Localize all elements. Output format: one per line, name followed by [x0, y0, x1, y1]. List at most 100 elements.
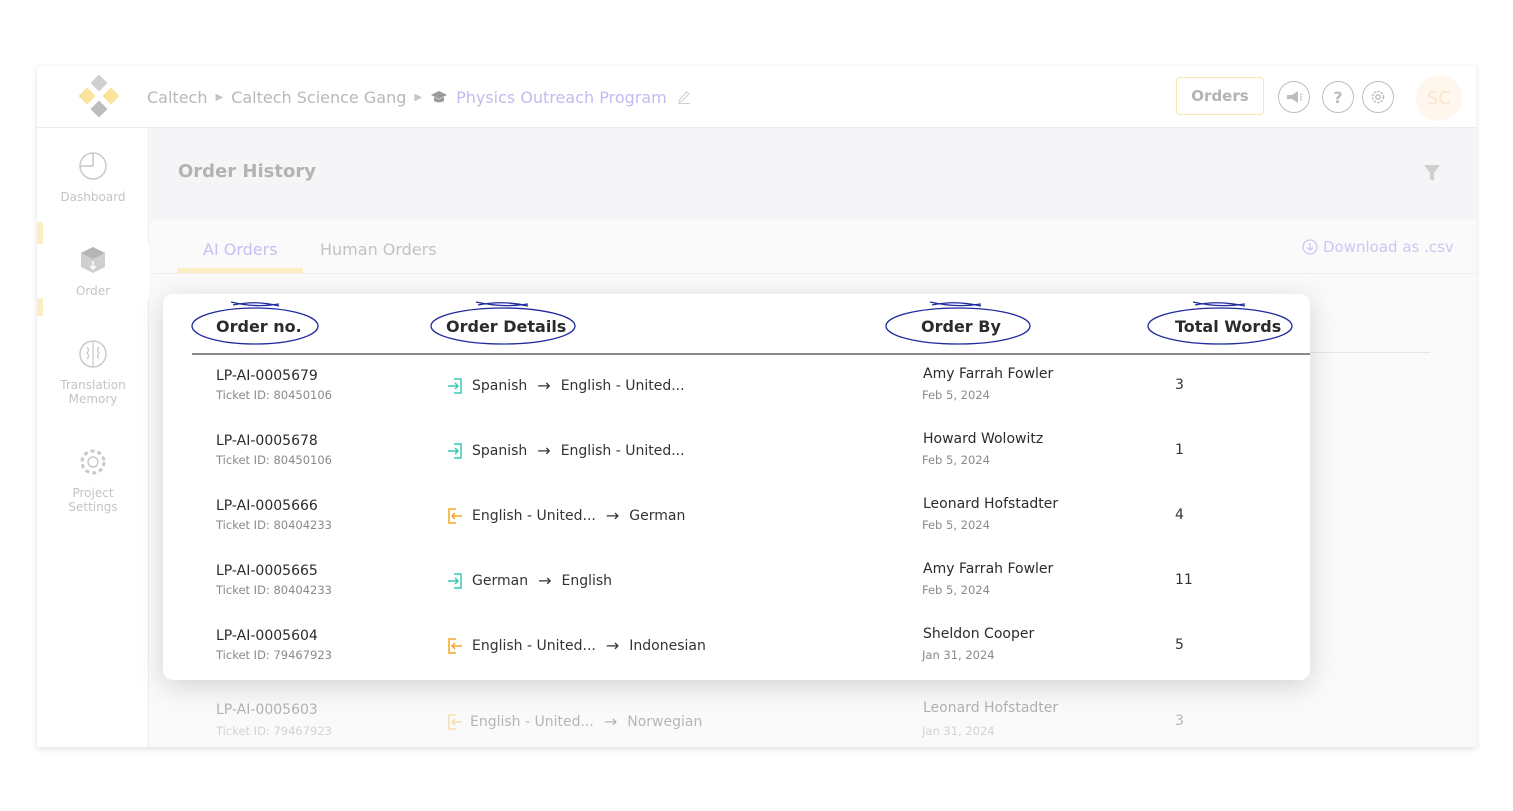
arrow-right-icon: →: [605, 506, 620, 525]
target-language: English: [561, 572, 613, 589]
history-header: Order History: [150, 128, 1476, 220]
outgoing-icon: [448, 637, 462, 654]
ordered-by: Leonard Hofstadter: [923, 700, 1059, 716]
gear-icon: [80, 449, 106, 475]
total-words: 3: [1175, 713, 1184, 729]
ticket-id: Ticket ID: 80450106: [216, 453, 332, 467]
target-language: Indonesian: [629, 637, 706, 654]
ordered-by: Sheldon Cooper: [923, 626, 1035, 642]
filter-icon[interactable]: [1423, 163, 1441, 183]
incoming-icon: [448, 442, 462, 459]
column-header-total-words[interactable]: Total Words: [1175, 317, 1281, 336]
ordered-by: Howard Wolowitz: [923, 431, 1044, 447]
chevron-right-icon: ▶: [215, 91, 224, 103]
table-row[interactable]: LP-AI-0005678 Ticket ID: 80450106 Spanis…: [163, 419, 1310, 484]
order-date: Feb 5, 2024: [922, 583, 990, 597]
source-language: Spanish: [472, 377, 528, 394]
sidebar-item-label: Project Settings: [68, 486, 118, 514]
active-tab-underline: [177, 268, 303, 273]
total-words: 5: [1175, 637, 1184, 653]
target-language: English - United...: [560, 377, 685, 394]
breadcrumb-team[interactable]: Caltech Science Gang: [231, 88, 406, 107]
arrow-right-icon: →: [537, 441, 551, 460]
table-header: Order no. Order Details Order By Total W…: [163, 294, 1310, 354]
order-date: Jan 31, 2024: [922, 724, 995, 738]
download-icon: [1302, 239, 1318, 255]
order-number[interactable]: LP-AI-0005666: [216, 498, 318, 514]
order-details: English - United... → Indonesian: [446, 636, 706, 655]
source-language: Spanish: [472, 442, 528, 459]
graduation-cap-icon: [431, 91, 448, 103]
order-details: Spanish → English - United...: [446, 441, 685, 460]
sidebar-item-label: Translation Memory: [60, 378, 126, 406]
order-details: Spanish → English - United...: [446, 376, 685, 395]
order-number[interactable]: LP-AI-0005679: [216, 368, 318, 384]
help-icon[interactable]: ?: [1322, 81, 1354, 113]
source-language: English - United...: [470, 713, 594, 730]
total-words: 3: [1175, 377, 1184, 393]
top-bar: Caltech ▶ Caltech Science Gang ▶ Physics…: [37, 66, 1476, 128]
total-words: 11: [1175, 572, 1193, 588]
order-number[interactable]: LP-AI-0005603: [216, 702, 318, 718]
ordered-by: Amy Farrah Fowler: [923, 366, 1054, 382]
table-row[interactable]: LP-AI-0005604 Ticket ID: 79467923 Englis…: [163, 614, 1310, 679]
arrow-right-icon: →: [537, 376, 551, 395]
pencil-icon[interactable]: [677, 90, 691, 104]
breadcrumb-project[interactable]: Physics Outreach Program: [456, 88, 667, 107]
sidebar-item-order[interactable]: Order: [37, 244, 149, 298]
box-icon: [81, 247, 105, 273]
arrow-right-icon: →: [603, 712, 618, 731]
order-date: Jan 31, 2024: [922, 648, 995, 662]
order-date: Feb 5, 2024: [922, 388, 990, 402]
order-number[interactable]: LP-AI-0005604: [216, 628, 318, 644]
table-row[interactable]: LP-AI-0005665 Ticket ID: 80404233 German…: [163, 549, 1310, 614]
sidebar-item-label: Order: [75, 284, 111, 298]
page-title: Order History: [178, 161, 316, 182]
sidebar-item-label: Dashboard: [60, 190, 126, 204]
outgoing-icon: [448, 507, 462, 524]
column-header-order-details[interactable]: Order Details: [446, 317, 566, 336]
order-number[interactable]: LP-AI-0005665: [216, 563, 318, 579]
arrow-right-icon: →: [538, 571, 552, 590]
settings-gear-icon[interactable]: [1362, 81, 1394, 113]
total-words: 1: [1175, 442, 1184, 458]
arrow-right-icon: →: [605, 636, 620, 655]
target-language: Norwegian: [627, 713, 703, 730]
download-csv-link[interactable]: Download as .csv: [1302, 238, 1454, 256]
tab-human-orders[interactable]: Human Orders: [320, 240, 437, 259]
sidebar-item-dashboard[interactable]: Dashboard: [37, 150, 149, 204]
brain-icon: [79, 340, 107, 368]
order-date: Feb 5, 2024: [922, 453, 990, 467]
table-row[interactable]: LP-AI-0005679 Ticket ID: 80450106 Spanis…: [163, 354, 1310, 419]
tabs-row: AI Orders Human Orders Download as .csv: [150, 220, 1476, 274]
download-label: Download as .csv: [1323, 238, 1454, 256]
outgoing-icon: [448, 713, 462, 730]
target-language: German: [629, 507, 686, 524]
ordered-by: Leonard Hofstadter: [923, 496, 1059, 512]
orders-button[interactable]: Orders: [1176, 77, 1264, 115]
ordered-by: Amy Farrah Fowler: [923, 561, 1054, 577]
breadcrumb-org[interactable]: Caltech: [147, 88, 207, 107]
order-details: English - United... → German: [446, 506, 685, 525]
order-details: English - United... → Norwegian: [446, 712, 702, 731]
ticket-id: Ticket ID: 80404233: [216, 518, 332, 532]
order-table-card: Order no. Order Details Order By Total W…: [163, 294, 1310, 680]
column-header-order-by[interactable]: Order By: [921, 317, 1001, 336]
ticket-id: Ticket ID: 80404233: [216, 583, 332, 597]
avatar[interactable]: SC: [1416, 75, 1462, 121]
tab-ai-orders[interactable]: AI Orders: [203, 240, 278, 259]
sidebar-item-translation-memory[interactable]: Translation Memory: [37, 338, 149, 406]
ticket-id: Ticket ID: 79467923: [216, 648, 332, 662]
column-header-order-no[interactable]: Order no.: [216, 317, 302, 336]
table-row[interactable]: LP-AI-0005666 Ticket ID: 80404233 Englis…: [163, 484, 1310, 549]
sidebar-item-project-settings[interactable]: Project Settings: [37, 446, 149, 514]
table-row-faded[interactable]: LP-AI-0005603 Ticket ID: 79467923 Englis…: [150, 688, 1476, 747]
megaphone-icon[interactable]: [1278, 81, 1310, 113]
source-language: English - United...: [472, 507, 596, 524]
order-number[interactable]: LP-AI-0005678: [216, 433, 318, 449]
sidebar: Dashboard Order Translation Memory Proje…: [37, 128, 149, 747]
chevron-right-icon: ▶: [414, 91, 423, 103]
incoming-icon: [448, 377, 462, 394]
logo-icon[interactable]: [77, 75, 121, 119]
source-language: German: [472, 572, 529, 589]
